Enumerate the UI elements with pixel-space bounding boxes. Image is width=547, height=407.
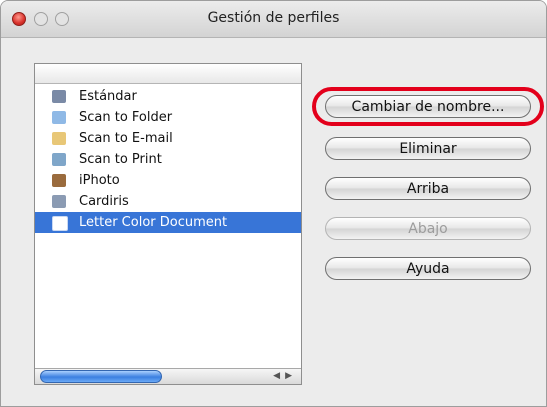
profile-list-item[interactable]: Estándar <box>35 86 301 107</box>
profile-label: Scan to Print <box>79 152 162 167</box>
scrollbar-thumb[interactable] <box>40 370 162 383</box>
help-button[interactable]: Ayuda <box>325 257 531 280</box>
horizontal-scrollbar[interactable]: ◀▶ <box>35 368 301 384</box>
profile-label: Scan to Folder <box>79 110 173 125</box>
profile-label: Scan to E-mail <box>79 131 173 146</box>
profile-label: iPhoto <box>79 173 120 188</box>
profile-list-item[interactable]: Scan to E-mail <box>35 128 301 149</box>
profile-list[interactable]: Estándar Scan to Folder Scan to E-mail S… <box>34 63 302 385</box>
scroll-arrows[interactable]: ◀▶ <box>267 370 297 382</box>
printer-icon <box>52 153 66 166</box>
profile-list-item-selected[interactable]: Letter Color Document <box>35 212 301 233</box>
window-title: Gestión de perfiles <box>207 10 340 26</box>
iphoto-icon <box>52 174 66 187</box>
title-bar: Gestión de perfiles <box>1 1 546 38</box>
move-down-button: Abajo <box>325 217 531 240</box>
scanner-icon <box>52 216 68 231</box>
profile-list-item[interactable]: Scan to Folder <box>35 107 301 128</box>
folder-icon <box>52 111 66 124</box>
mail-icon <box>52 132 66 145</box>
profile-management-window: Gestión de perfiles Estándar Scan to Fol… <box>0 0 547 407</box>
scanner-icon <box>52 90 66 103</box>
profile-list-items: Estándar Scan to Folder Scan to E-mail S… <box>35 86 301 233</box>
cardiris-icon <box>52 195 66 208</box>
delete-button[interactable]: Eliminar <box>325 137 531 160</box>
list-column-header[interactable] <box>35 64 301 84</box>
profile-list-item[interactable]: Scan to Print <box>35 149 301 170</box>
profile-list-item[interactable]: iPhoto <box>35 170 301 191</box>
profile-label: Letter Color Document <box>79 215 228 230</box>
profile-list-item[interactable]: Cardiris <box>35 191 301 212</box>
rename-button[interactable]: Cambiar de nombre... <box>325 95 531 118</box>
move-up-button[interactable]: Arriba <box>325 177 531 200</box>
profile-label: Cardiris <box>79 194 129 209</box>
profile-label: Estándar <box>79 89 137 104</box>
